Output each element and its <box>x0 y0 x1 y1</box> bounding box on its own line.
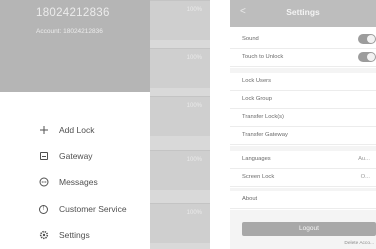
settings-row-languages[interactable]: Languages Au... <box>230 151 376 169</box>
settings-row-label: Transfer Gateway <box>242 132 288 138</box>
menu-item-customer-service[interactable]: ! Customer Service <box>38 199 146 219</box>
settings-row-about[interactable]: About <box>230 191 376 209</box>
battery-level: 100% <box>186 157 202 163</box>
settings-row-label: Languages <box>242 156 271 162</box>
battery-level: 100% <box>186 103 202 109</box>
settings-row-screen-lock[interactable]: Screen Lock O... <box>230 169 376 187</box>
lock-list-item[interactable]: 100% <box>150 48 210 88</box>
customer-service-icon: ! <box>38 204 49 215</box>
settings-row-value: Au... <box>358 156 370 162</box>
menu-item-label: Customer Service <box>59 204 127 214</box>
battery-level: 100% <box>186 7 202 13</box>
settings-row-label: Lock Users <box>242 78 271 84</box>
settings-row-label: Screen Lock <box>242 174 275 180</box>
page-title: Settings <box>286 7 320 17</box>
plus-icon <box>38 125 49 136</box>
gear-icon <box>38 230 49 241</box>
settings-row-touch-to-unlock: Touch to Unlock <box>230 49 376 67</box>
menu-item-label: Settings <box>59 230 90 240</box>
gateway-icon <box>38 151 49 162</box>
touch-to-unlock-toggle[interactable] <box>358 52 376 62</box>
menu-item-label: Messages <box>59 177 98 187</box>
nav-bar: < Settings <box>230 0 376 27</box>
menu-item-label: Add Lock <box>59 125 95 135</box>
menu-item-gateway[interactable]: Gateway <box>38 146 146 166</box>
settings-row-label: Touch to Unlock <box>242 54 284 60</box>
lock-list-item[interactable]: 100% <box>150 203 210 243</box>
side-drawer: 18024212836 Account: 18024212836 Add Loc… <box>0 0 150 249</box>
lock-list-item[interactable]: 100% <box>150 96 210 136</box>
settings-screen: < Settings Sound Touch to Unlock Lock Us… <box>230 0 376 249</box>
message-icon <box>38 177 49 188</box>
battery-level: 100% <box>186 210 202 216</box>
sound-toggle[interactable] <box>358 34 376 44</box>
logout-button[interactable]: Logout <box>242 222 376 236</box>
battery-level: 100% <box>186 55 202 61</box>
user-phone-number: 18024212836 <box>36 7 110 19</box>
lock-list-item[interactable]: 100% <box>150 0 210 40</box>
menu-item-label: Gateway <box>59 151 93 161</box>
settings-row-label: Transfer Lock(s) <box>242 114 284 120</box>
settings-row-lock-group[interactable]: Lock Group <box>230 91 376 109</box>
lock-list: 100% 100% 100% 100% 100% <box>150 0 210 249</box>
lock-list-item[interactable]: 100% <box>150 150 210 190</box>
settings-row-transfer-gateway[interactable]: Transfer Gateway <box>230 127 376 145</box>
delete-account-link[interactable]: Delete Acco... <box>344 241 374 246</box>
settings-row-label: Sound <box>242 36 259 42</box>
settings-row-label: Lock Group <box>242 96 272 102</box>
settings-row-transfer-locks[interactable]: Transfer Lock(s) <box>230 109 376 127</box>
menu-item-settings[interactable]: Settings <box>38 225 146 245</box>
menu-item-add-lock[interactable]: Add Lock <box>38 120 146 140</box>
home-screen: 100% 100% 100% 100% 100% 18024212836 Acc… <box>0 0 210 249</box>
menu-item-messages[interactable]: Messages <box>38 172 146 192</box>
drawer-header[interactable]: 18024212836 Account: 18024212836 <box>0 0 150 92</box>
settings-row-lock-users[interactable]: Lock Users <box>230 73 376 91</box>
settings-row-value: O... <box>360 174 370 180</box>
settings-row-label: About <box>242 196 258 202</box>
account-label: Account: 18024212836 <box>36 28 103 35</box>
settings-row-sound: Sound <box>230 31 376 49</box>
